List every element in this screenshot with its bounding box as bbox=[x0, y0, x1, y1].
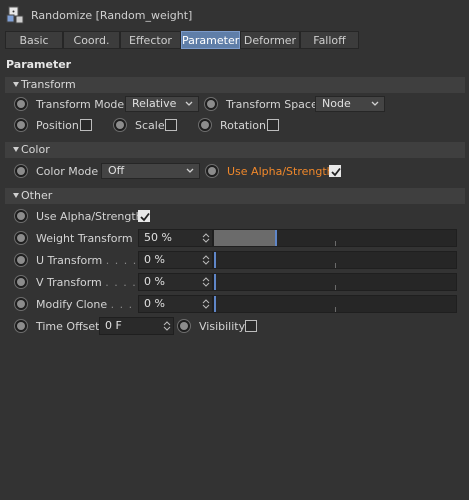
checkmark-icon bbox=[140, 212, 150, 222]
slider-center-tick bbox=[335, 285, 336, 290]
color-group-label: Color bbox=[21, 143, 50, 156]
tab-deformer[interactable]: Deformer bbox=[240, 31, 300, 49]
collapse-triangle-icon bbox=[13, 82, 19, 87]
randomize-effector-icon bbox=[6, 6, 24, 24]
other-use-alpha-label: Use Alpha/Strength bbox=[36, 210, 143, 223]
chevron-down-icon bbox=[185, 101, 193, 106]
tab-coord[interactable]: Coord. bbox=[63, 31, 120, 49]
transform-mode-label: Transform Mode bbox=[36, 98, 125, 111]
animate-toggle-icon[interactable] bbox=[204, 97, 218, 111]
scale-checkbox[interactable] bbox=[165, 119, 177, 131]
animate-toggle-icon[interactable] bbox=[14, 319, 28, 333]
animate-toggle-icon[interactable] bbox=[14, 97, 28, 111]
color-mode-value: Off bbox=[108, 164, 125, 177]
animate-toggle-icon[interactable] bbox=[14, 253, 28, 267]
transform-space-value: Node bbox=[322, 97, 351, 110]
u-transform-value: 0 % bbox=[144, 253, 165, 266]
modify-clone-label: Modify Clone . . . . bbox=[36, 298, 143, 311]
spinner-arrows-icon[interactable] bbox=[163, 320, 171, 332]
slider-center-tick bbox=[335, 263, 336, 268]
slider-fill bbox=[214, 230, 275, 246]
modify-clone-field[interactable]: 0 % bbox=[138, 295, 213, 313]
v-transform-field[interactable]: 0 % bbox=[138, 273, 213, 291]
animate-toggle-icon[interactable] bbox=[14, 164, 28, 178]
chevron-down-icon bbox=[186, 168, 194, 173]
collapse-triangle-icon bbox=[13, 193, 19, 198]
other-group-label: Other bbox=[21, 189, 53, 202]
animate-toggle-icon[interactable] bbox=[14, 275, 28, 289]
transform-mode-select[interactable]: Relative bbox=[125, 96, 199, 112]
modify-clone-value: 0 % bbox=[144, 297, 165, 310]
checkmark-icon bbox=[331, 167, 341, 177]
window-title: Randomize [Random_weight] bbox=[31, 9, 193, 22]
color-mode-select[interactable]: Off bbox=[101, 163, 200, 179]
v-transform-label: V Transform . . . . . bbox=[36, 276, 146, 289]
spinner-arrows-icon[interactable] bbox=[202, 254, 210, 266]
slider-handle[interactable] bbox=[214, 252, 216, 268]
transform-mode-value: Relative bbox=[132, 97, 177, 110]
spinner-arrows-icon[interactable] bbox=[202, 298, 210, 310]
weight-transform-label: Weight Transform bbox=[36, 232, 133, 245]
time-offset-value: 0 F bbox=[105, 319, 122, 332]
transform-group-header[interactable]: Transform bbox=[5, 77, 465, 93]
visibility-checkbox[interactable] bbox=[245, 320, 257, 332]
transform-group-label: Transform bbox=[21, 78, 76, 91]
modify-clone-slider[interactable] bbox=[213, 295, 457, 313]
transform-space-label: Transform Space bbox=[226, 98, 318, 111]
animate-toggle-icon[interactable] bbox=[14, 209, 28, 223]
scale-label: Scale bbox=[135, 119, 165, 132]
visibility-label: Visibility bbox=[199, 320, 246, 333]
tab-falloff[interactable]: Falloff bbox=[300, 31, 359, 49]
color-use-alpha-label: Use Alpha/Strength bbox=[227, 165, 334, 178]
v-transform-value: 0 % bbox=[144, 275, 165, 288]
u-transform-field[interactable]: 0 % bbox=[138, 251, 213, 269]
other-group-header[interactable]: Other bbox=[5, 188, 465, 204]
spinner-arrows-icon[interactable] bbox=[202, 232, 210, 244]
animate-toggle-icon[interactable] bbox=[113, 118, 127, 132]
slider-handle[interactable] bbox=[275, 230, 277, 246]
animate-toggle-icon[interactable] bbox=[198, 118, 212, 132]
color-mode-label: Color Mode bbox=[36, 165, 99, 178]
animate-toggle-icon[interactable] bbox=[14, 118, 28, 132]
color-group-header[interactable]: Color bbox=[5, 142, 465, 158]
tab-effector[interactable]: Effector bbox=[120, 31, 181, 49]
animate-toggle-icon[interactable] bbox=[205, 164, 219, 178]
slider-handle[interactable] bbox=[214, 274, 216, 290]
section-title: Parameter bbox=[6, 58, 72, 71]
rotation-checkbox[interactable] bbox=[267, 119, 279, 131]
animate-toggle-icon[interactable] bbox=[14, 231, 28, 245]
animate-toggle-icon[interactable] bbox=[14, 297, 28, 311]
weight-transform-field[interactable]: 50 % bbox=[138, 229, 213, 247]
transform-space-select[interactable]: Node bbox=[315, 96, 385, 112]
color-use-alpha-checkbox[interactable] bbox=[329, 165, 341, 177]
tab-basic[interactable]: Basic bbox=[5, 31, 63, 49]
weight-transform-slider[interactable] bbox=[213, 229, 457, 247]
spinner-arrows-icon[interactable] bbox=[202, 276, 210, 288]
time-offset-field[interactable]: 0 F bbox=[99, 317, 174, 335]
u-transform-label: U Transform . . . . . bbox=[36, 254, 147, 267]
animate-toggle-icon[interactable] bbox=[177, 319, 191, 333]
chevron-down-icon bbox=[371, 101, 379, 106]
tab-bar: Basic Coord. Effector Parameter Deformer… bbox=[5, 31, 359, 49]
weight-transform-value: 50 % bbox=[144, 231, 172, 244]
time-offset-label: Time Offset bbox=[36, 320, 100, 333]
position-label: Position bbox=[36, 119, 79, 132]
u-transform-slider[interactable] bbox=[213, 251, 457, 269]
rotation-label: Rotation bbox=[220, 119, 267, 132]
other-use-alpha-checkbox[interactable] bbox=[138, 210, 150, 222]
collapse-triangle-icon bbox=[13, 147, 19, 152]
v-transform-slider[interactable] bbox=[213, 273, 457, 291]
slider-handle[interactable] bbox=[214, 296, 216, 312]
position-checkbox[interactable] bbox=[80, 119, 92, 131]
slider-center-tick bbox=[335, 241, 336, 246]
tab-parameter[interactable]: Parameter bbox=[181, 31, 240, 49]
slider-center-tick bbox=[335, 307, 336, 312]
title-bar: Randomize [Random_weight] bbox=[0, 0, 469, 30]
